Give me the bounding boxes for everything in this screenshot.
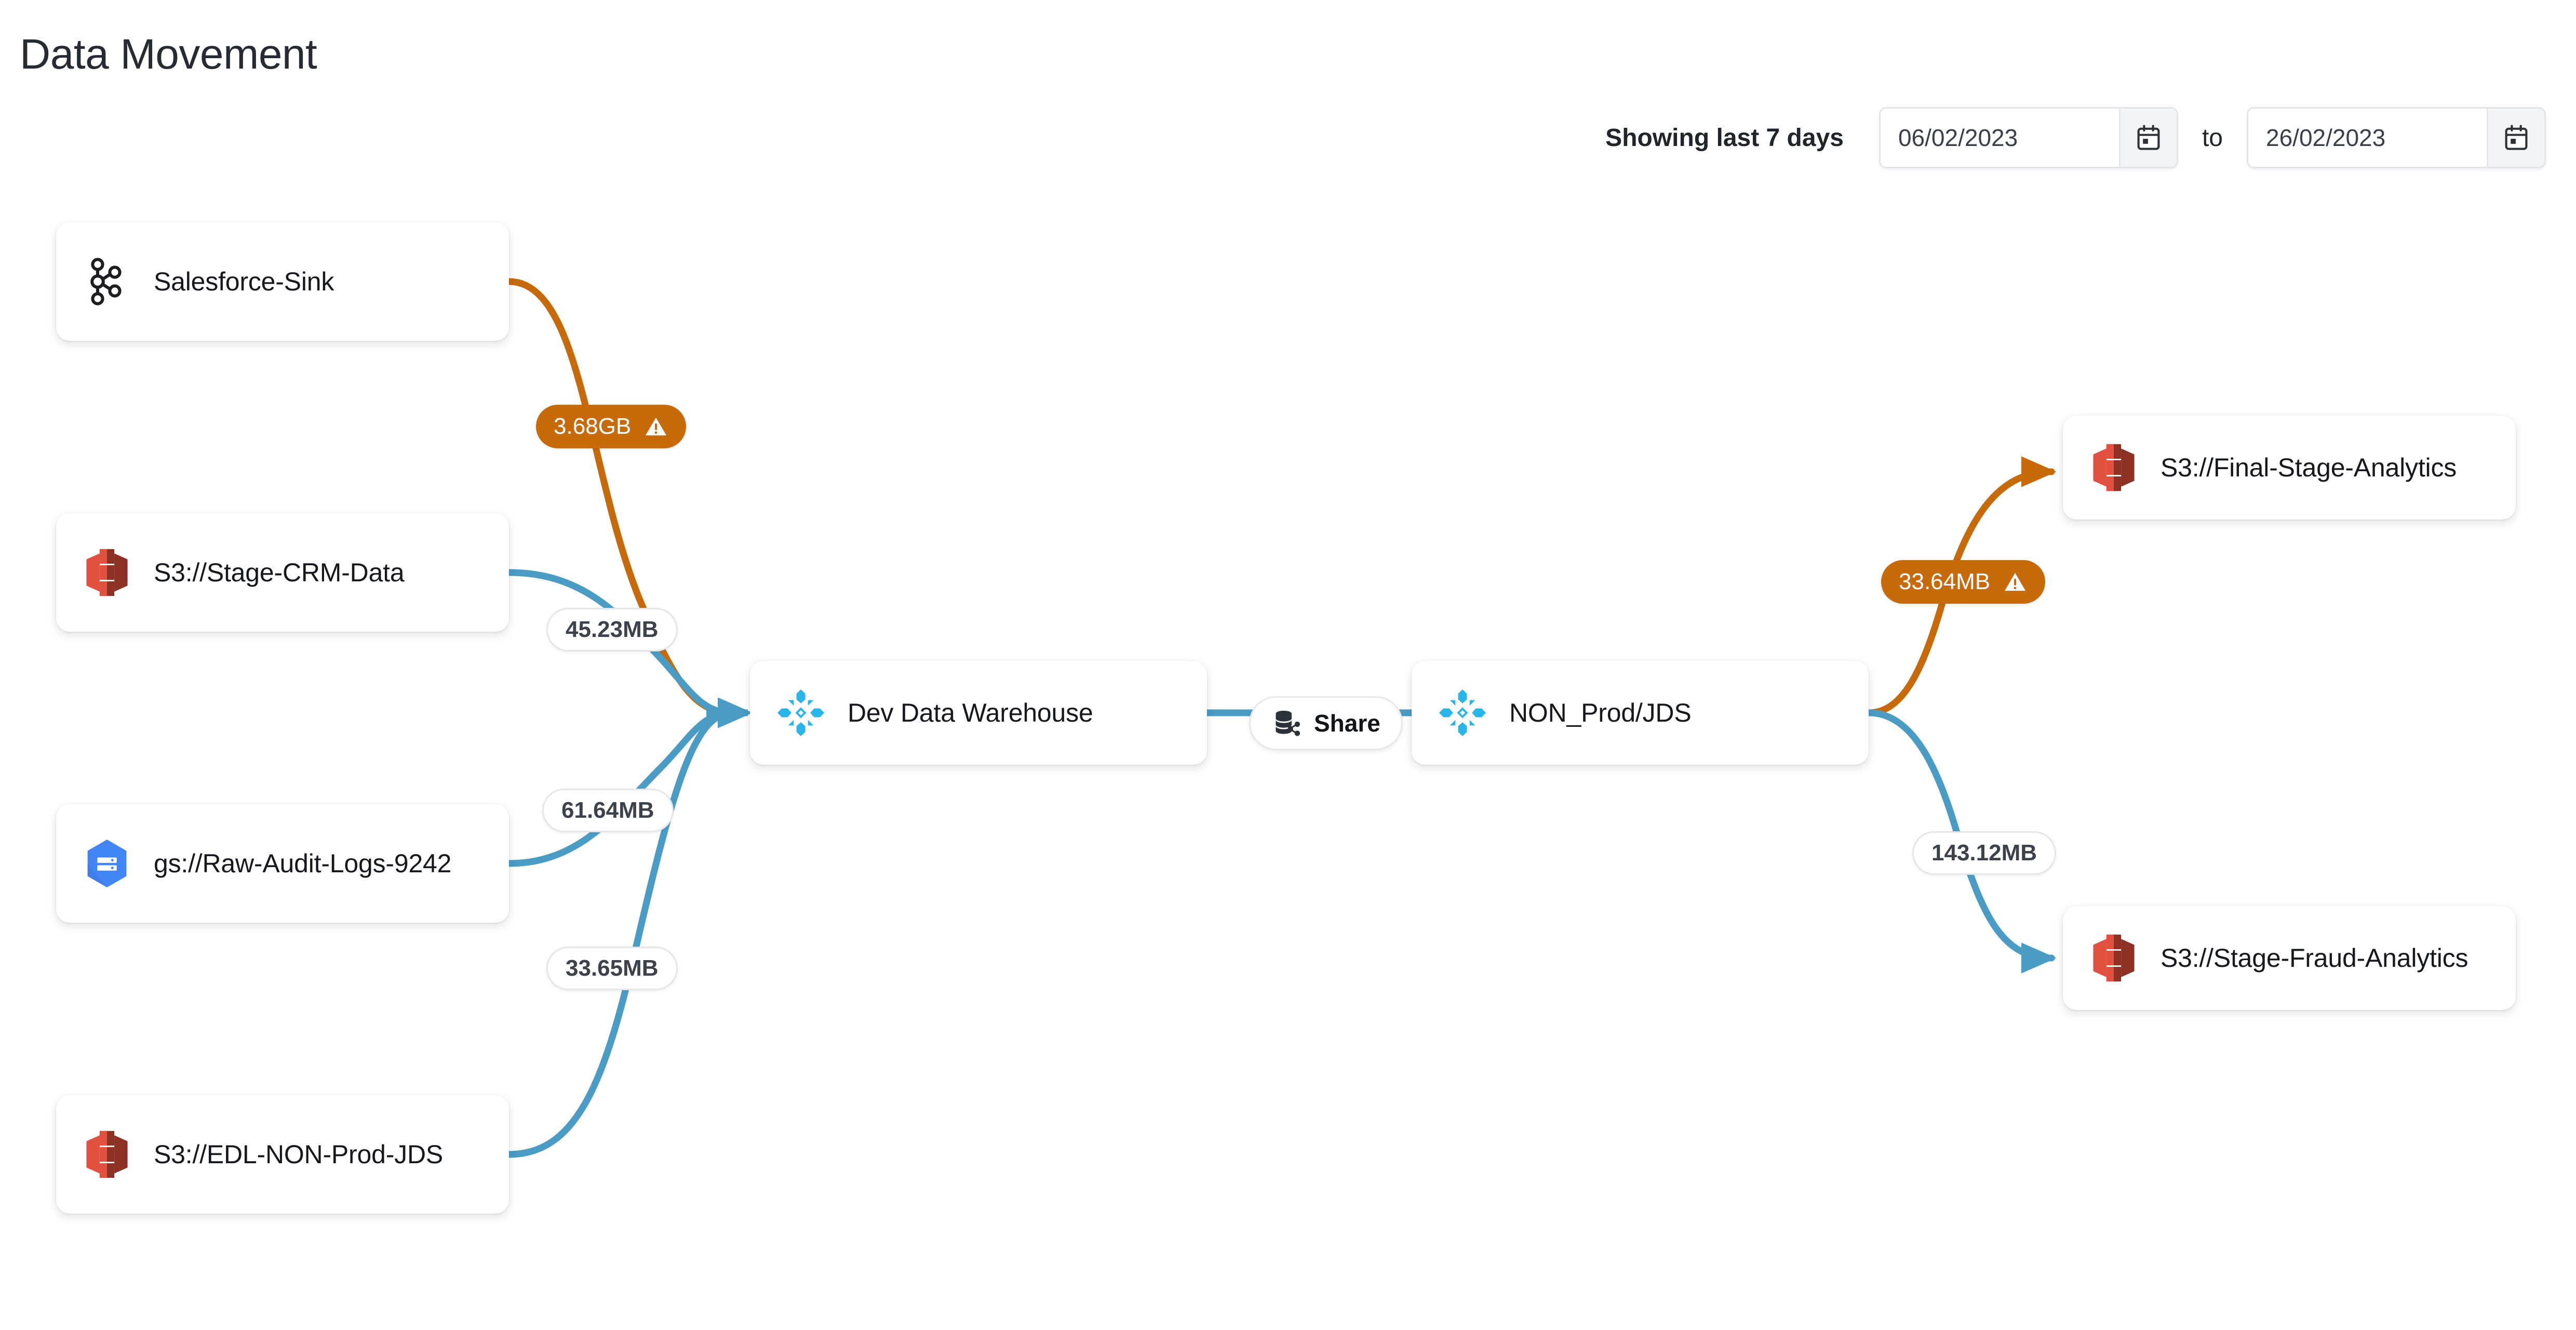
aws-s3-icon [79,544,135,601]
node-label: S3://EDL-NON-Prod-JDS [154,1140,444,1169]
edge-label-salesforce-to-warehouse[interactable]: 3.68GB [536,405,687,448]
edge-value: 143.12MB [1931,840,2037,866]
aws-s3-icon [2086,440,2142,496]
edge-label-rawaudit-to-warehouse[interactable]: 61.64MB [542,789,674,832]
edge-label-nonprod-to-fraud[interactable]: 143.12MB [1912,831,2057,875]
aws-s3-icon [79,1126,135,1182]
database-share-icon [1271,708,1303,739]
node-dev-data-warehouse[interactable]: Dev Data Warehouse [750,661,1207,765]
node-label: S3://Stage-CRM-Data [154,558,405,587]
snowflake-icon [1434,685,1491,741]
node-non-prod-jds[interactable]: NON_Prod/JDS [1412,661,1869,765]
node-label: Dev Data Warehouse [848,698,1093,727]
edge-rawaudit-to-warehouse[interactable] [505,709,736,867]
edge-value: 45.23MB [566,617,659,642]
edge-value: 3.68GB [554,414,632,439]
node-stage-fraud-analytics[interactable]: S3://Stage-Fraud-Analytics [2063,906,2516,1010]
node-salesforce-sink[interactable]: Salesforce-Sink [56,222,509,341]
node-label: gs://Raw-Audit-Logs-9242 [154,849,452,878]
node-raw-audit-logs[interactable]: gs://Raw-Audit-Logs-9242 [56,804,509,923]
node-edl-non-prod-jds[interactable]: S3://EDL-NON-Prod-JDS [56,1095,509,1214]
node-stage-crm-data[interactable]: S3://Stage-CRM-Data [56,513,509,632]
share-label: Share [1314,710,1380,737]
node-label: S3://Final-Stage-Analytics [2161,453,2457,482]
node-label: Salesforce-Sink [154,267,334,296]
edge-label-edlnonprod-to-warehouse[interactable]: 33.65MB [546,947,678,990]
data-movement-flow-canvas[interactable]: Salesforce-Sink S3://Stage-CRM-Data gs:/… [0,0,2576,1330]
node-label: S3://Stage-Fraud-Analytics [2161,943,2468,973]
google-cloud-storage-icon [79,835,135,892]
edge-value: 61.64MB [561,797,654,823]
warning-triangle-icon [2003,569,2028,594]
snowflake-icon [773,685,829,741]
edge-value: 33.64MB [1899,569,1991,594]
edge-value: 33.65MB [566,955,659,981]
share-link-button[interactable]: Share [1249,696,1403,750]
node-final-stage-analytics[interactable]: S3://Final-Stage-Analytics [2063,416,2516,520]
edge-edlnonprod-to-warehouse[interactable] [505,709,736,1158]
warning-triangle-icon [643,414,668,439]
edge-label-stagecrm-to-warehouse[interactable]: 45.23MB [546,608,678,651]
node-label: NON_Prod/JDS [1509,698,1692,727]
kafka-connect-icon [79,254,135,310]
aws-s3-icon [2086,930,2142,986]
edge-label-nonprod-to-finalstage[interactable]: 33.64MB [1881,560,2046,604]
